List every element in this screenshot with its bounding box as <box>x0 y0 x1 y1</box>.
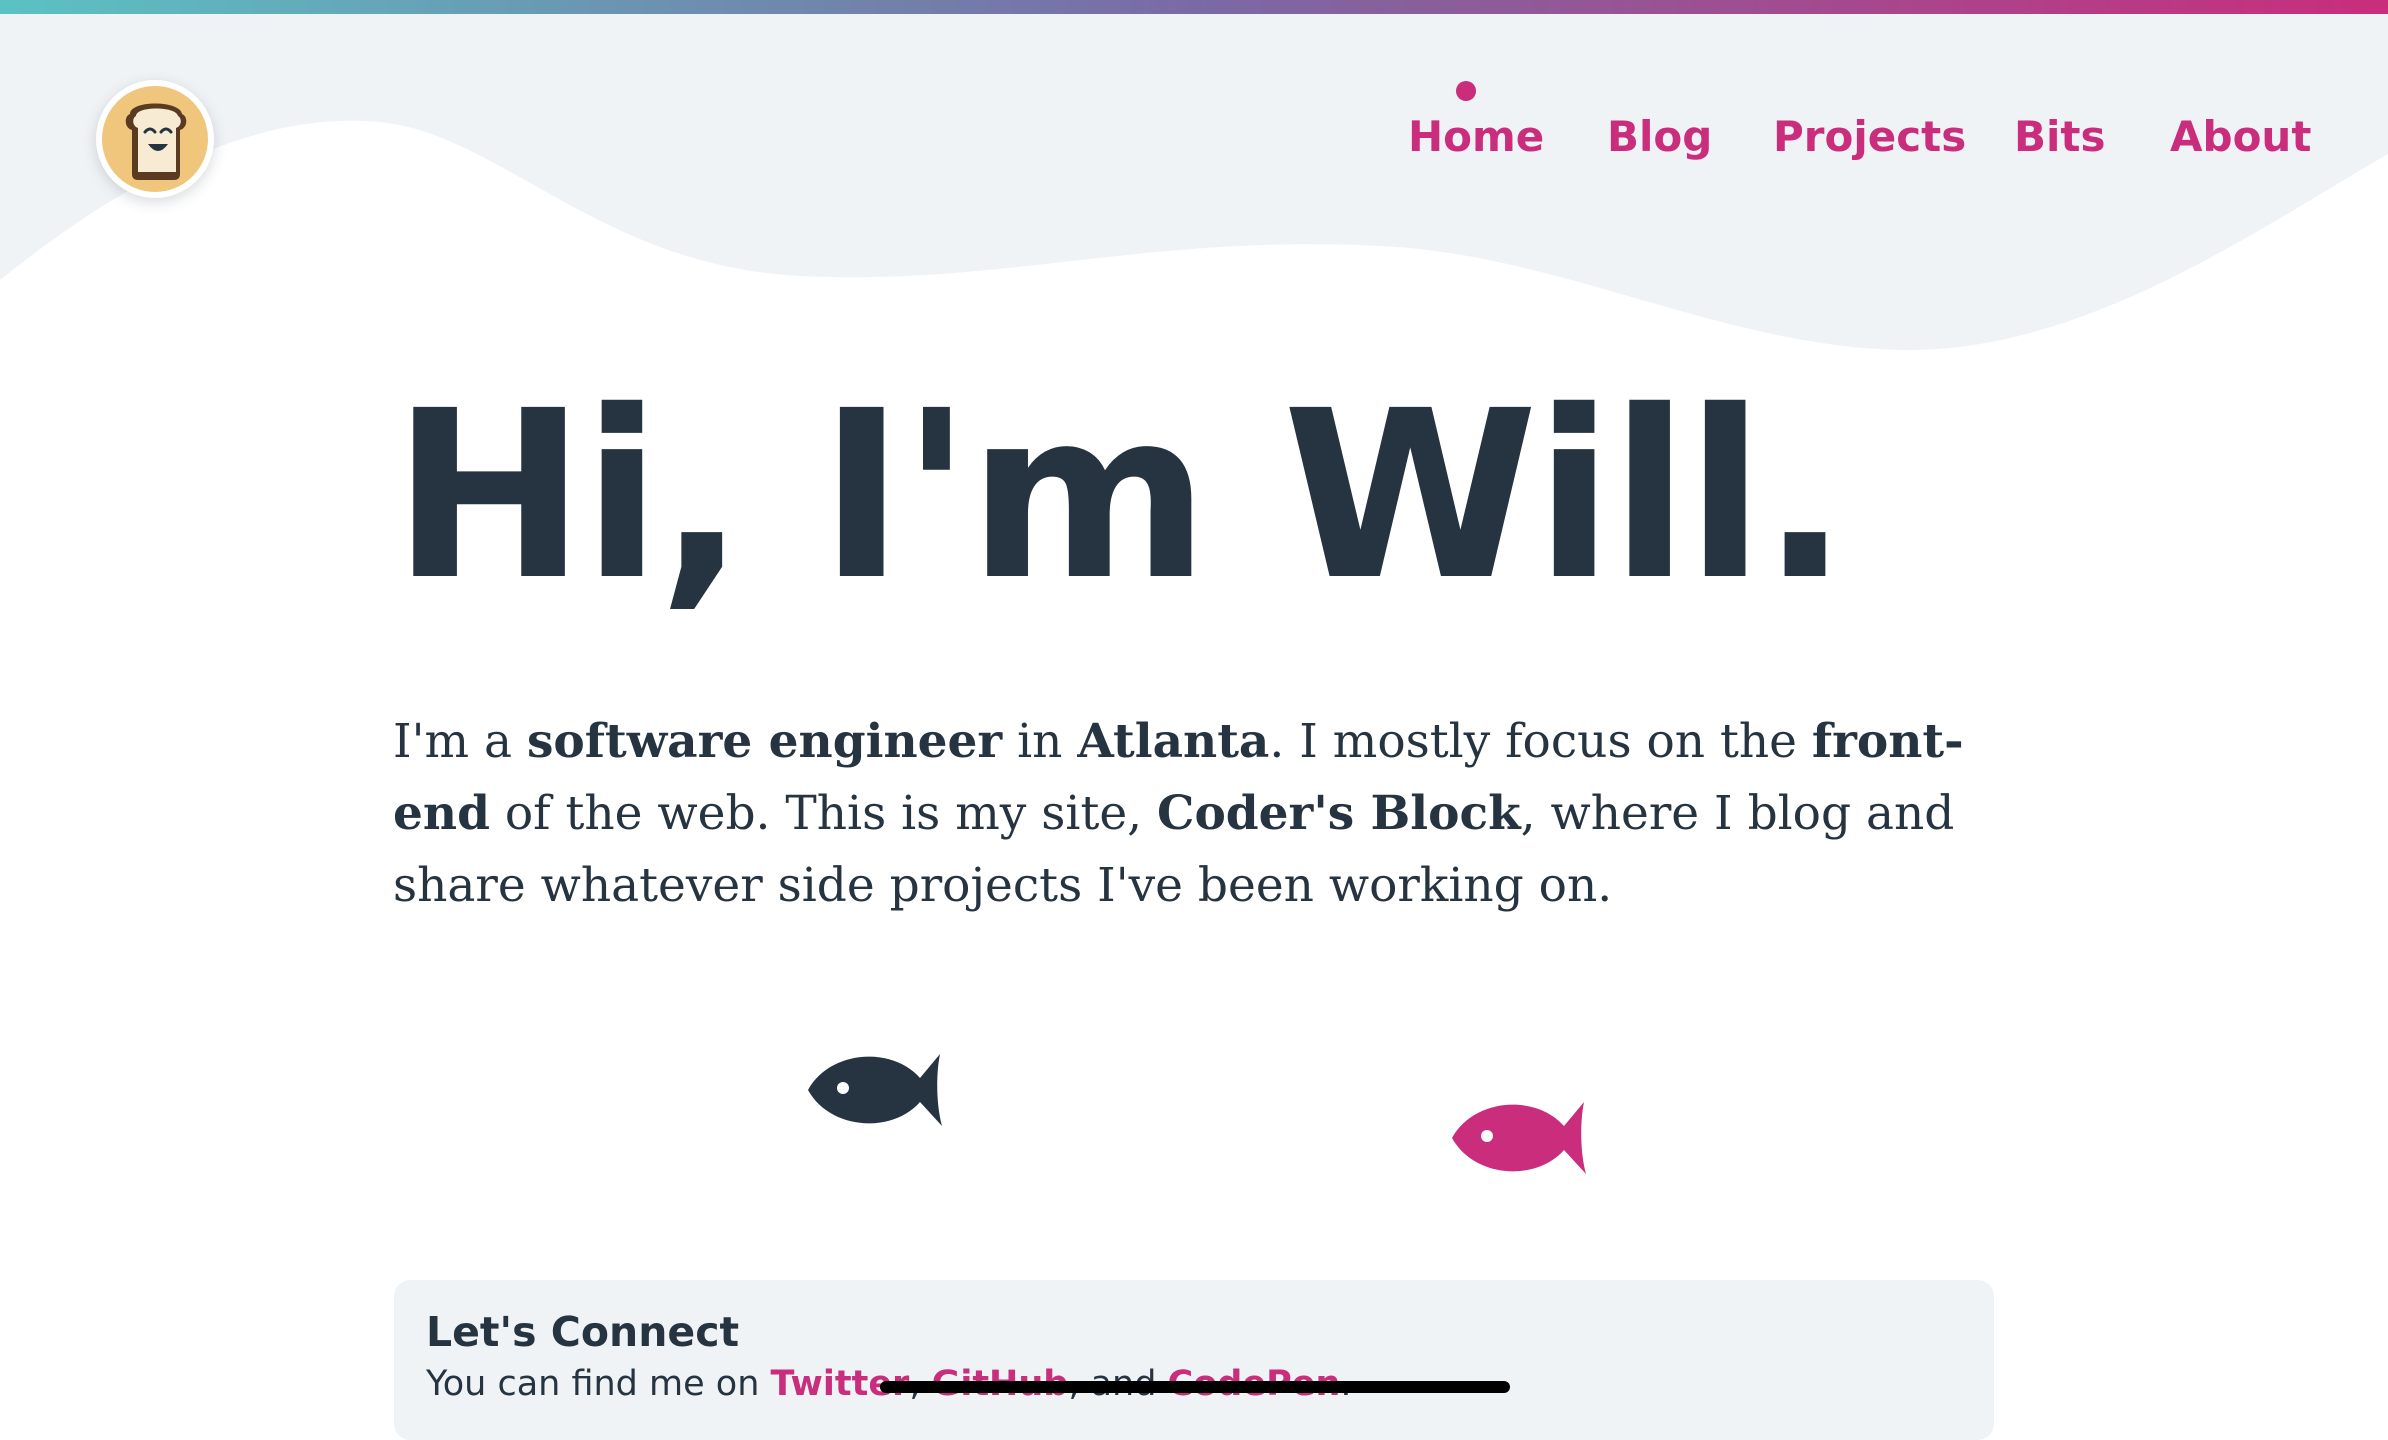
intro-highlight: software engineer <box>526 714 1003 769</box>
hero-title: Hi, I'm Will. <box>392 361 1849 631</box>
site-logo-toast-icon[interactable] <box>96 80 214 198</box>
intro-paragraph: I'm a software engineer in Atlanta. I mo… <box>393 706 1993 922</box>
connect-title: Let's Connect <box>426 1308 740 1356</box>
connect-prefix: You can find me on <box>426 1364 771 1404</box>
intro-text: I'm a <box>393 714 527 769</box>
intro-text: . I mostly focus on the <box>1269 714 1812 769</box>
fish-icon-dark <box>808 1054 942 1126</box>
connect-card: Let's Connect You can find me on Twitter… <box>394 1280 1994 1440</box>
nav-projects[interactable]: Projects <box>1773 112 1966 161</box>
active-nav-indicator <box>1456 81 1476 101</box>
nav-home[interactable]: Home <box>1408 112 1544 161</box>
header-wave-background <box>0 14 2388 351</box>
home-indicator-bar[interactable] <box>880 1381 1510 1393</box>
nav-blog[interactable]: Blog <box>1607 112 1712 161</box>
fish-icon-pink <box>1452 1102 1586 1174</box>
intro-text: in <box>1002 714 1078 769</box>
toast-logo-icon <box>125 103 187 180</box>
intro-highlight: Atlanta <box>1077 714 1270 769</box>
nav-bits[interactable]: Bits <box>2014 112 2106 161</box>
top-gradient-bar <box>0 0 2388 14</box>
intro-highlight: Coder's Block <box>1157 786 1521 841</box>
intro-text: of the web. This is my site, <box>489 786 1158 841</box>
nav-about[interactable]: About <box>2170 112 2311 161</box>
